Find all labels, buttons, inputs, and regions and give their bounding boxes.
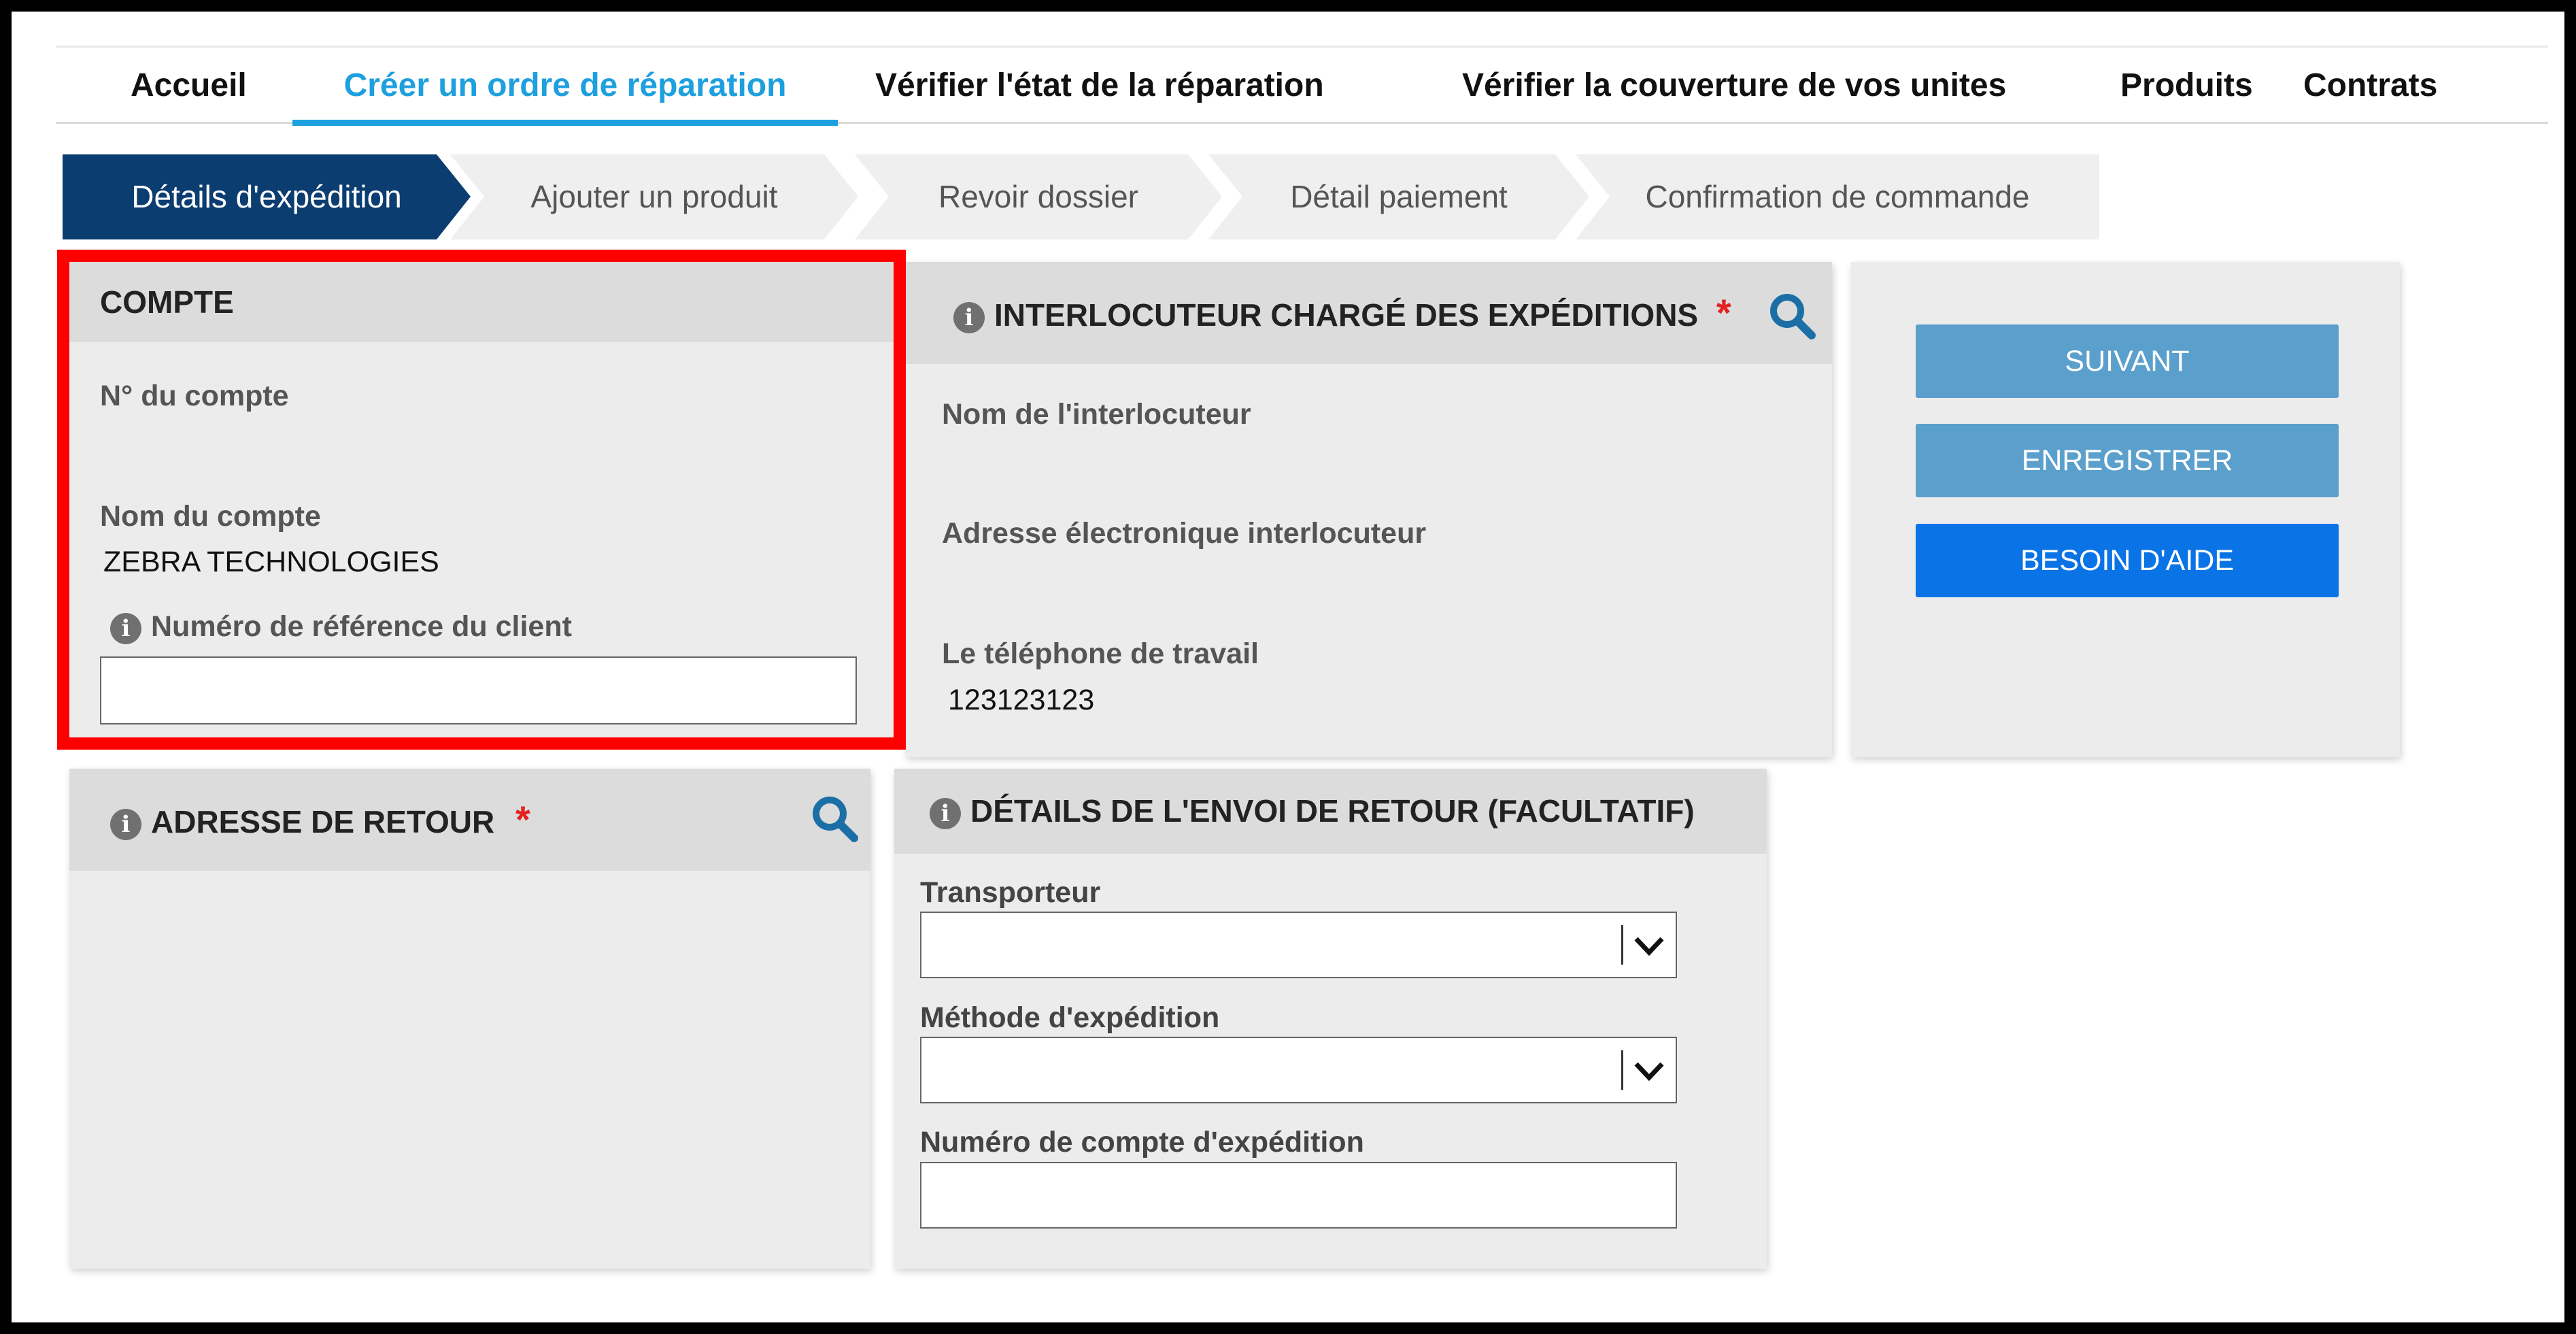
nav-contracts[interactable]: Contrats xyxy=(2303,48,2437,124)
shipping-method-select[interactable] xyxy=(920,1037,1677,1103)
return-address-title: ADRESSE DE RETOUR xyxy=(151,804,495,839)
contact-name-label: Nom de l'interlocuteur xyxy=(942,398,1251,431)
active-tab-indicator xyxy=(292,120,838,126)
help-button[interactable]: BESOIN D'AIDE xyxy=(1916,524,2339,597)
nav-home[interactable]: Accueil xyxy=(131,48,247,124)
step-label: Détail paiement xyxy=(1290,179,1508,214)
next-button[interactable]: SUIVANT xyxy=(1916,324,2339,398)
shipping-contact-panel-header: i INTERLOCUTEUR CHARGÉ DES EXPÉDITIONS * xyxy=(906,262,1832,364)
shipping-account-input[interactable] xyxy=(920,1162,1677,1229)
required-marker: * xyxy=(515,798,530,841)
shipping-method-select-arrow[interactable] xyxy=(1616,1038,1676,1102)
step-label: Détails d'expédition xyxy=(131,179,402,214)
step-add-product[interactable]: Ajouter un produit xyxy=(450,154,858,239)
carrier-select[interactable] xyxy=(920,912,1677,978)
contact-phone-value: 123123123 xyxy=(948,684,1095,716)
return-shipment-panel: i DÉTAILS DE L'ENVOI DE RETOUR (FACULTATI… xyxy=(894,769,1767,1269)
top-nav: Accueil Créer un ordre de réparation Vér… xyxy=(56,46,2548,126)
required-marker: * xyxy=(1716,291,1731,334)
return-address-panel-header: i ADRESSE DE RETOUR * xyxy=(69,769,870,871)
nav-check-repair-status[interactable]: Vérifier l'état de la réparation xyxy=(875,48,1324,124)
step-label: Confirmation de commande xyxy=(1645,179,2030,214)
shipping-contact-panel: i INTERLOCUTEUR CHARGÉ DES EXPÉDITIONS * … xyxy=(906,262,1832,757)
chevron-down-icon xyxy=(1634,937,1664,956)
nav-create-repair-order[interactable]: Créer un ordre de réparation xyxy=(292,48,838,126)
nav-products[interactable]: Produits xyxy=(2120,48,2253,124)
step-payment-details[interactable]: Détail paiement xyxy=(1208,154,1589,239)
search-icon[interactable] xyxy=(1768,292,1817,341)
carrier-label: Transporteur xyxy=(920,876,1101,909)
select-separator xyxy=(1621,925,1623,965)
actions-panel: SUIVANT ENREGISTRER BESOIN D'AIDE xyxy=(1851,262,2400,757)
contact-phone-label: Le téléphone de travail xyxy=(942,637,1259,670)
step-shipping-details[interactable]: Détails d'expédition xyxy=(63,154,471,239)
info-icon[interactable]: i xyxy=(930,797,961,829)
shipping-account-label: Numéro de compte d'expédition xyxy=(920,1126,1364,1158)
step-review-file[interactable]: Revoir dossier xyxy=(855,154,1222,239)
info-icon[interactable]: i xyxy=(953,301,985,333)
info-icon[interactable]: i xyxy=(110,808,141,840)
shipping-contact-title: INTERLOCUTEUR CHARGÉ DES EXPÉDITIONS xyxy=(994,297,1699,333)
step-order-confirmation[interactable]: Confirmation de commande xyxy=(1576,154,2099,239)
shipping-method-label: Méthode d'expédition xyxy=(920,1001,1220,1034)
step-label: Revoir dossier xyxy=(938,179,1138,214)
select-separator xyxy=(1621,1050,1623,1090)
chevron-down-icon xyxy=(1634,1062,1664,1082)
highlight-box xyxy=(57,250,906,750)
return-shipment-panel-header: i DÉTAILS DE L'ENVOI DE RETOUR (FACULTATI… xyxy=(894,769,1767,854)
search-icon[interactable] xyxy=(811,795,860,844)
return-address-panel: i ADRESSE DE RETOUR * xyxy=(69,769,870,1269)
carrier-select-arrow[interactable] xyxy=(1616,913,1676,977)
save-button[interactable]: ENREGISTRER xyxy=(1916,424,2339,497)
nav-create-repair-order-label: Créer un ordre de réparation xyxy=(343,67,787,103)
app-window: Accueil Créer un ordre de réparation Vér… xyxy=(12,12,2564,1322)
contact-email-label: Adresse électronique interlocuteur xyxy=(942,517,1427,550)
step-label: Ajouter un produit xyxy=(530,179,778,214)
nav-check-coverage[interactable]: Vérifier la couverture de vos unites xyxy=(1462,48,2006,124)
return-shipment-title: DÉTAILS DE L'ENVOI DE RETOUR (FACULTATIF… xyxy=(970,793,1695,829)
